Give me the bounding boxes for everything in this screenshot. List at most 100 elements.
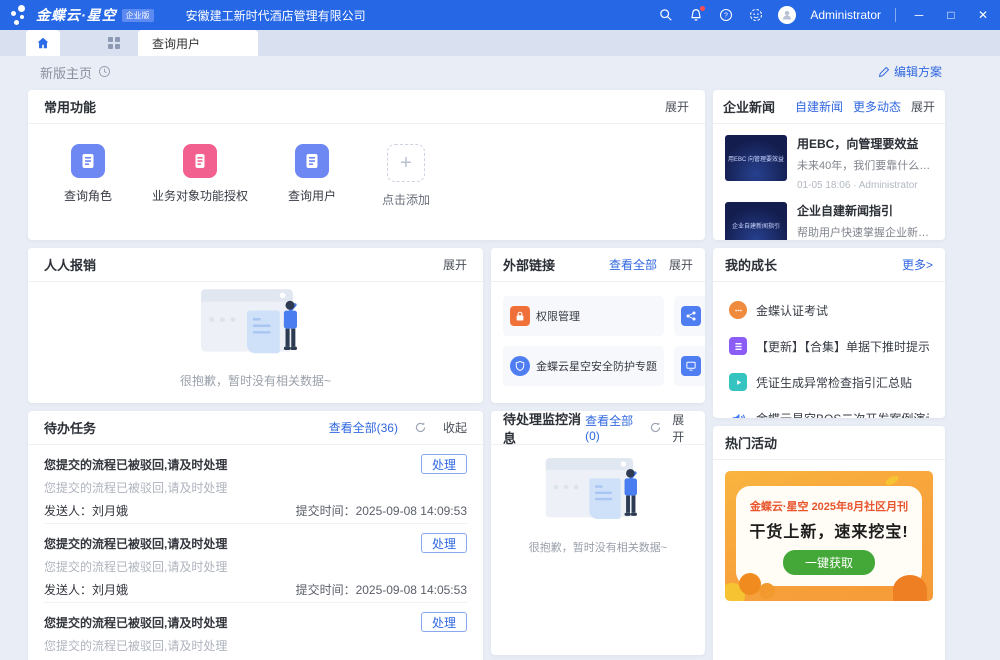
titlebar: 金蝶云·星空 企业版 安徽建工新时代酒店管理有限公司 ? Administrat… <box>0 0 1000 30</box>
document-icon <box>295 144 329 178</box>
feedback-icon[interactable] <box>748 7 764 23</box>
minimize-button[interactable]: ─ <box>910 6 928 24</box>
link-client-guide[interactable]: 玩转金蝶云星空客户端 <box>674 346 705 386</box>
speaker-icon <box>729 409 747 418</box>
link-permission-mgmt[interactable]: 权限管理 <box>503 296 664 336</box>
reimbursement-title: 人人报销 <box>44 255 96 274</box>
function-query-role[interactable]: 查询角色 <box>58 144 118 208</box>
growth-label: 金蝶认证考试 <box>756 302 828 319</box>
news-thumbnail: 用EBC 向管理要效益 <box>725 135 787 181</box>
card-reimbursement: 人人报销 展开 很抱歉，暂时没有相关数据~ <box>28 248 483 403</box>
task-title: 您提交的流程已被驳回,请及时处理 <box>44 456 227 473</box>
document-icon <box>71 144 105 178</box>
logo-text: 金蝶云·星空 <box>36 5 117 25</box>
banner-get-button[interactable]: 一键获取 <box>783 550 875 575</box>
news-item-desc: 未来40年，我们要靠什么？我们更应该靠管理 <box>797 157 933 173</box>
notification-bell-icon[interactable] <box>688 7 704 23</box>
card-monitor-messages: 待处理监控消息 查看全部(0) 展开 很抱歉，暂时没有相关数据~ <box>491 411 705 655</box>
activity-banner[interactable]: 金蝶云·星空 2025年8月社区月刊 干货上新，速来挖宝! 一键获取 <box>725 471 933 601</box>
common-functions-title: 常用功能 <box>44 97 96 116</box>
refresh-icon[interactable] <box>649 421 662 434</box>
refresh-icon[interactable] <box>414 421 427 434</box>
function-label: 查询用户 <box>288 187 336 204</box>
home-tab[interactable] <box>26 30 60 56</box>
notification-dot <box>700 6 705 11</box>
tab-query-user[interactable]: 查询用户 <box>138 30 258 56</box>
task-subtitle: 您提交的流程已被驳回,请及时处理 <box>44 634 467 656</box>
external-links-expand[interactable]: 展开 <box>669 256 693 273</box>
todo-view-all[interactable]: 查看全部(36) <box>329 419 398 436</box>
function-add[interactable]: + 点击添加 <box>376 144 436 208</box>
task-time: 提交时间：2025-09-08 14:09:53 <box>296 502 467 519</box>
fruit-decoration <box>759 583 775 599</box>
todo-collapse[interactable]: 收起 <box>443 419 467 436</box>
chat-bubble-icon <box>729 301 747 319</box>
user-avatar[interactable] <box>778 6 796 24</box>
help-icon[interactable]: ? <box>718 7 734 23</box>
handle-button[interactable]: 处理 <box>421 612 467 632</box>
common-functions-expand[interactable]: 展开 <box>665 98 689 115</box>
empty-state-illustration <box>194 286 317 361</box>
news-more-link[interactable]: 更多动态 <box>853 98 901 115</box>
news-create-link[interactable]: 自建新闻 <box>795 98 843 115</box>
pencil-icon <box>878 66 890 78</box>
news-item[interactable]: 用EBC 向管理要效益 用EBC，向管理要效益 未来40年，我们要靠什么？我们更… <box>713 124 945 191</box>
shield-icon <box>510 356 530 376</box>
card-external-links: 外部链接 查看全部 展开 权限管理 基础资料分配 <box>491 248 705 403</box>
share-nodes-icon <box>681 306 701 326</box>
empty-state-text: 很抱歉，暂时没有相关数据~ <box>180 372 331 389</box>
video-play-icon <box>729 373 747 391</box>
link-security-topic[interactable]: 金蝶云星空安全防护专题 <box>503 346 664 386</box>
search-icon[interactable] <box>658 7 674 23</box>
document-lines-icon <box>729 337 747 355</box>
handle-button[interactable]: 处理 <box>421 533 467 553</box>
news-item-title: 企业自建新闻指引 <box>797 202 933 219</box>
app-logo: 金蝶云·星空 企业版 <box>10 4 154 26</box>
function-object-auth[interactable]: 业务对象功能授权 <box>152 144 248 208</box>
empty-state-text: 很抱歉，暂时没有相关数据~ <box>529 539 667 555</box>
card-hot-activity: 热门活动 金蝶云·星空 2025年8月社区月刊 干货上新，速来挖宝! 一键获取 <box>713 426 945 660</box>
history-clock-icon[interactable] <box>98 65 111 81</box>
growth-item-push-tip[interactable]: 【更新】【合集】单据下推时提示：不符合下推条件 <box>729 328 929 364</box>
function-query-user[interactable]: 查询用户 <box>282 144 342 208</box>
news-item[interactable]: 企业自建新闻指引 企业自建新闻指引 帮助用户快速掌握企业新闻的发布方法 01-0… <box>713 191 945 240</box>
todo-title: 待办任务 <box>44 418 96 437</box>
close-button[interactable]: ✕ <box>974 6 992 24</box>
svg-text:?: ? <box>724 13 728 20</box>
logo-dots-icon <box>10 4 32 26</box>
link-label: 权限管理 <box>536 308 580 324</box>
task-title: 您提交的流程已被驳回,请及时处理 <box>44 535 227 552</box>
growth-label: 凭证生成异常检查指引汇总贴 <box>756 374 912 391</box>
news-item-title: 用EBC，向管理要效益 <box>797 135 933 152</box>
monitor-view-all[interactable]: 查看全部(0) <box>585 412 639 443</box>
task-subtitle: 您提交的流程已被驳回,请及时处理 <box>44 555 467 577</box>
tab-label: 查询用户 <box>152 35 200 52</box>
titlebar-divider <box>895 8 896 22</box>
empty-state-illustration <box>540 455 657 527</box>
menu-grid-icon[interactable] <box>108 37 120 49</box>
news-title: 企业新闻 <box>723 97 775 116</box>
edit-scheme-link[interactable]: 编辑方案 <box>878 63 942 80</box>
link-basic-data-assign[interactable]: 基础资料分配 <box>674 296 705 336</box>
maximize-button[interactable]: □ <box>942 6 960 24</box>
reimbursement-expand[interactable]: 展开 <box>443 256 467 273</box>
monitor-title: 待处理监控消息 <box>503 411 585 447</box>
external-links-view-all[interactable]: 查看全部 <box>609 256 657 273</box>
growth-item-bos-demo[interactable]: 金蝶云星空BOS二次开发案例演示 <box>729 400 929 418</box>
growth-item-cert-exam[interactable]: 金蝶认证考试 <box>729 292 929 328</box>
news-expand[interactable]: 展开 <box>911 98 935 115</box>
banner-headline: 干货上新，速来挖宝! <box>749 518 908 542</box>
function-label: 查询角色 <box>64 187 112 204</box>
page-title: 新版主页 <box>40 63 92 82</box>
user-name[interactable]: Administrator <box>810 8 881 22</box>
news-item-meta: 01-05 18:06 · Administrator <box>797 180 933 191</box>
function-label: 点击添加 <box>382 191 430 208</box>
growth-item-voucher-check[interactable]: 凭证生成异常检查指引汇总贴 <box>729 364 929 400</box>
card-todo-tasks: 待办任务 查看全部(36) 收起 您提交的流程已被驳回,请及时处理 处理 您提交… <box>28 411 483 660</box>
edit-scheme-label: 编辑方案 <box>894 63 942 80</box>
link-label: 金蝶云星空安全防护专题 <box>536 358 657 374</box>
growth-more-link[interactable]: 更多> <box>902 256 933 273</box>
handle-button[interactable]: 处理 <box>421 454 467 474</box>
monitor-expand[interactable]: 展开 <box>672 411 693 445</box>
document-icon <box>183 144 217 178</box>
